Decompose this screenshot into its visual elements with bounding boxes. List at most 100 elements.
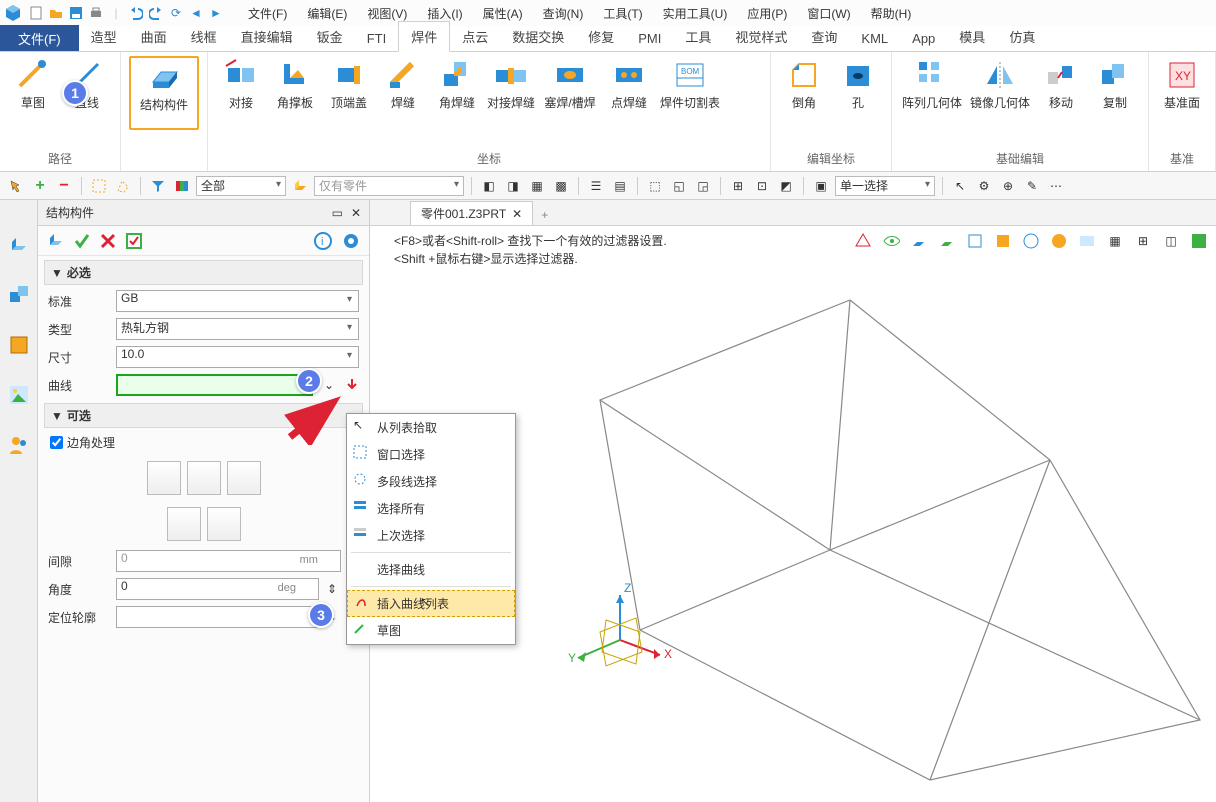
corner-btn-2[interactable] [187, 461, 221, 495]
tab-modeling[interactable]: 造型 [79, 22, 129, 51]
ctx-last-select[interactable]: 上次选择 [347, 522, 515, 549]
layers-icon[interactable] [172, 176, 192, 196]
section-required[interactable]: ▼必选 [44, 260, 363, 285]
undo-icon[interactable] [128, 5, 144, 21]
input-angle[interactable]: 0deg [116, 578, 319, 600]
btn-move[interactable]: 移动 [1036, 56, 1086, 126]
part-icon[interactable] [8, 334, 30, 356]
t-icon-5[interactable]: ☰ [586, 176, 606, 196]
btn-cutlist[interactable]: BOM焊件切割表 [658, 56, 722, 126]
remove-icon[interactable]: − [54, 176, 74, 196]
t-icon-2[interactable]: ◨ [503, 176, 523, 196]
tab-tools[interactable]: 工具 [673, 22, 723, 51]
tab-exchange[interactable]: 数据交换 [500, 22, 576, 51]
vt-icon-8[interactable] [1048, 230, 1070, 252]
curve-expand-icon[interactable]: ⌄ [321, 378, 337, 392]
vt-icon-9[interactable] [1076, 230, 1098, 252]
btn-butt[interactable]: 对接 [216, 56, 266, 126]
ctx-select-all[interactable]: 选择所有 [347, 495, 515, 522]
redo-icon[interactable] [148, 5, 164, 21]
btn-gusset[interactable]: 角撑板 [270, 56, 320, 126]
tab-directedit[interactable]: 直接编辑 [229, 22, 305, 51]
tab-sim[interactable]: 仿真 [997, 22, 1047, 51]
ctx-sketch[interactable]: 草图 [347, 617, 515, 644]
vt-icon-2[interactable] [880, 230, 902, 252]
tab-surface[interactable]: 曲面 [129, 22, 179, 51]
panel-close-icon[interactable]: ✕ [351, 206, 361, 220]
input-profile[interactable] [116, 606, 319, 628]
corner-btn-5[interactable] [207, 507, 241, 541]
vt-icon-12[interactable]: ◫ [1160, 230, 1182, 252]
corner-btn-4[interactable] [167, 507, 201, 541]
tab-pointcloud[interactable]: 点云 [450, 22, 500, 51]
select-mode-combo[interactable]: 单一选择 [835, 176, 935, 196]
open-icon[interactable] [48, 5, 64, 21]
tab-wireframe[interactable]: 线框 [179, 22, 229, 51]
ok-icon[interactable] [70, 230, 94, 252]
t-icon-4[interactable]: ▩ [551, 176, 571, 196]
angle-stepper-icon[interactable]: ⇕ [327, 582, 337, 596]
tab-kml[interactable]: KML [849, 26, 900, 51]
t-icon-10[interactable]: ⊞ [728, 176, 748, 196]
btn-weld[interactable]: 焊缝 [378, 56, 428, 126]
cancel-icon[interactable] [96, 230, 120, 252]
tab-mold[interactable]: 模具 [947, 22, 997, 51]
cube-icon[interactable] [8, 234, 30, 256]
vt-icon-11[interactable]: ⊞ [1132, 230, 1154, 252]
t-icon-8[interactable]: ◱ [669, 176, 689, 196]
refresh-icon[interactable]: ⟳ [168, 5, 184, 21]
doc-tab-add-icon[interactable]: + [533, 205, 556, 225]
curve-down-icon[interactable] [345, 377, 359, 394]
tab-weldment[interactable]: 焊件 [398, 21, 450, 52]
t-icon-15[interactable]: ⚙ [974, 176, 994, 196]
ctx-select-curve[interactable]: 选择曲线 [347, 556, 515, 583]
t-icon-3[interactable]: ▦ [527, 176, 547, 196]
cube-small-icon[interactable] [44, 230, 68, 252]
filter-combo-all[interactable]: 全部 [196, 176, 286, 196]
vt-icon-5[interactable] [964, 230, 986, 252]
info-icon[interactable]: i [311, 230, 335, 252]
ctx-pick-from-list[interactable]: ↖从列表拾取 [347, 414, 515, 441]
ctx-polyline-select[interactable]: 多段线选择 [347, 468, 515, 495]
t-icon-12[interactable]: ◩ [776, 176, 796, 196]
tab-query[interactable]: 查询 [799, 22, 849, 51]
filter-combo-parts[interactable]: 仅有零件 [314, 176, 464, 196]
btn-spot-weld[interactable]: 点焊缝 [604, 56, 654, 126]
input-type[interactable]: 热轧方钢 [116, 318, 359, 340]
print-icon[interactable] [88, 5, 104, 21]
file-tab[interactable]: 文件(F) [0, 25, 79, 51]
filter-icon[interactable] [148, 176, 168, 196]
vt-icon-6[interactable] [992, 230, 1014, 252]
btn-sketch[interactable]: 草图 [8, 56, 58, 126]
new-icon[interactable] [28, 5, 44, 21]
doc-tab[interactable]: 零件001.Z3PRT✕ [410, 201, 533, 225]
tab-visual[interactable]: 视觉样式 [723, 22, 799, 51]
vt-icon-3[interactable] [908, 230, 930, 252]
btn-endcap[interactable]: 顶端盖 [324, 56, 374, 126]
input-standard[interactable]: GB [116, 290, 359, 312]
ctx-window-select[interactable]: 窗口选择 [347, 441, 515, 468]
btn-fillet-weld[interactable]: 角焊缝 [432, 56, 482, 126]
tab-pmi[interactable]: PMI [626, 26, 673, 51]
btn-butt-weld[interactable]: 对接焊缝 [486, 56, 536, 126]
t-icon-17[interactable]: ✎ [1022, 176, 1042, 196]
t-icon-6[interactable]: ▤ [610, 176, 630, 196]
btn-structural-member[interactable]: 结构构件 [129, 56, 199, 130]
btn-datum-plane[interactable]: XY基准面 [1157, 56, 1207, 126]
corner-btn-3[interactable] [227, 461, 261, 495]
chk-corner[interactable] [50, 436, 63, 449]
vt-icon-4[interactable] [936, 230, 958, 252]
settings-icon[interactable] [339, 230, 363, 252]
doc-tab-close-icon[interactable]: ✕ [512, 207, 522, 221]
box-icon[interactable] [290, 176, 310, 196]
cursor-icon[interactable] [6, 176, 26, 196]
t-icon-1[interactable]: ◧ [479, 176, 499, 196]
vt-icon-7[interactable] [1020, 230, 1042, 252]
t-icon-18[interactable]: ⋯ [1046, 176, 1066, 196]
add-icon[interactable]: + [30, 176, 50, 196]
select-rect-icon[interactable] [89, 176, 109, 196]
btn-pattern[interactable]: 阵列几何体 [900, 56, 964, 126]
btn-mirror[interactable]: 镜像几何体 [968, 56, 1032, 126]
user-icon[interactable] [8, 434, 30, 456]
tab-sheetmetal[interactable]: 钣金 [305, 22, 355, 51]
